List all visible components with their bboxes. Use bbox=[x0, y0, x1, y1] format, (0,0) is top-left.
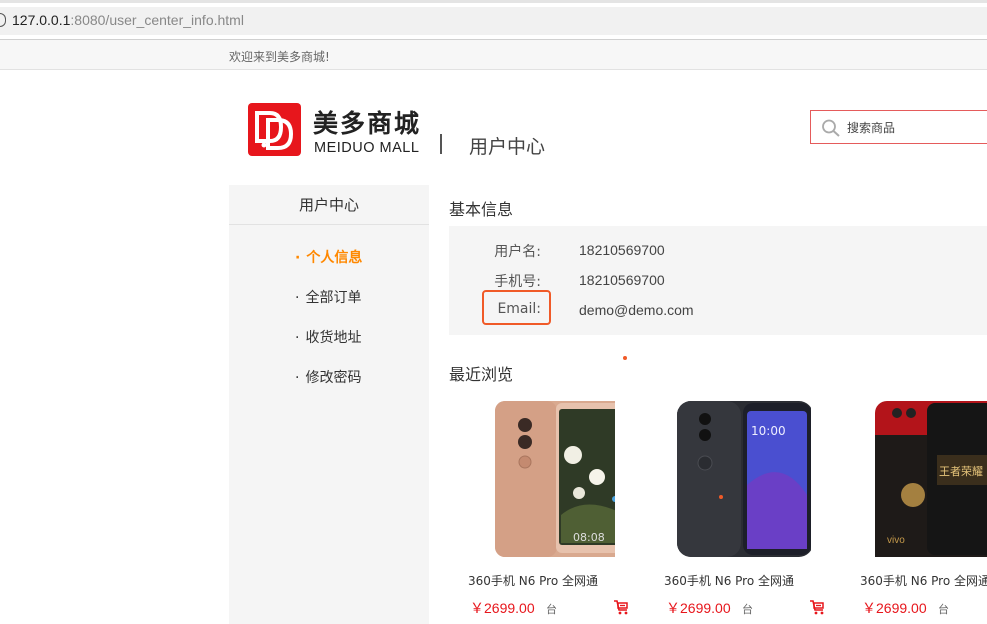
email-value: demo@demo.com bbox=[579, 302, 694, 318]
header-divider bbox=[440, 134, 442, 154]
sidebar-item-address[interactable]: · 收货地址 bbox=[295, 327, 361, 347]
product-card[interactable]: 08:08 360手机 N6 Pro 全网通 ￥2699.00 台 bbox=[450, 395, 630, 624]
cart-icon[interactable] bbox=[809, 599, 825, 615]
svg-text:10:00: 10:00 bbox=[751, 424, 786, 438]
browser-tab-strip bbox=[0, 0, 987, 3]
sidebar-title: 用户中心 bbox=[229, 185, 429, 225]
phone-image-red[interactable]: 王者荣耀 vivo bbox=[857, 395, 987, 561]
product-card[interactable]: 王者荣耀 vivo 360手机 N6 Pro 全网通 ￥2699.00 台 bbox=[842, 395, 987, 624]
url-text[interactable]: 127.0.0.1:8080/user_center_info.html bbox=[12, 12, 244, 28]
welcome-text: 欢迎来到美多商城! bbox=[229, 50, 330, 64]
phone-image-gold[interactable]: 08:08 bbox=[465, 395, 615, 561]
product-name[interactable]: 360手机 N6 Pro 全网通 bbox=[860, 572, 987, 589]
sidebar-item-label: 修改密码 bbox=[305, 370, 362, 386]
logo-chinese-name[interactable]: 美多商城 bbox=[313, 104, 421, 140]
sidebar-item-label: 个人信息 bbox=[306, 250, 363, 266]
search-icon bbox=[822, 119, 840, 137]
bullet-dot: · bbox=[295, 330, 300, 346]
svg-text:08:08: 08:08 bbox=[573, 531, 605, 544]
cart-icon[interactable] bbox=[613, 599, 629, 615]
url-host: 127.0.0.1 bbox=[12, 12, 71, 28]
product-name[interactable]: 360手机 N6 Pro 全网通 bbox=[664, 572, 794, 589]
username-value: 18210569700 bbox=[579, 242, 665, 258]
sidebar-item-all-orders[interactable]: · 全部订单 bbox=[295, 287, 361, 307]
page-subtitle: 用户中心 bbox=[469, 136, 546, 158]
phone-value: 18210569700 bbox=[579, 272, 665, 288]
bullet-dot: · bbox=[295, 290, 300, 306]
recent-browsing-title: 最近浏览 bbox=[449, 365, 514, 384]
search-box[interactable] bbox=[810, 110, 987, 144]
product-price: ￥2699.00 bbox=[470, 600, 535, 616]
product-unit: 台 bbox=[742, 603, 753, 616]
sidebar-item-personal-info[interactable]: · 个人信息 bbox=[295, 247, 362, 267]
url-path: :8080/user_center_info.html bbox=[70, 12, 244, 28]
sidebar-item-label: 收货地址 bbox=[305, 330, 362, 346]
cursor-marker-dot bbox=[623, 356, 627, 360]
product-unit: 台 bbox=[938, 603, 949, 616]
site-top-bar: 欢迎来到美多商城! bbox=[0, 40, 987, 70]
svg-text:vivo: vivo bbox=[887, 535, 905, 546]
phone-image-black[interactable]: 10:00 bbox=[661, 395, 811, 561]
product-price: ￥2699.00 bbox=[862, 600, 927, 616]
basic-info-title: 基本信息 bbox=[449, 200, 514, 219]
search-input[interactable] bbox=[847, 118, 987, 138]
bullet-dot: · bbox=[295, 250, 301, 266]
product-name[interactable]: 360手机 N6 Pro 全网通 bbox=[468, 572, 598, 589]
bullet-dot: · bbox=[295, 370, 300, 386]
product-price: ￥2699.00 bbox=[666, 600, 731, 616]
product-card[interactable]: 10:00 360手机 N6 Pro 全网通 ￥2699.00 台 bbox=[646, 395, 826, 624]
browser-address-bar: 127.0.0.1:8080/user_center_info.html bbox=[0, 0, 987, 40]
sidebar-item-change-password[interactable]: · 修改密码 bbox=[295, 367, 361, 387]
username-label: 用户名: bbox=[494, 244, 541, 260]
email-highlight-box bbox=[482, 290, 551, 325]
phone-label: 手机号: bbox=[494, 274, 541, 290]
user-center-sidebar: 用户中心 · 个人信息 · 全部订单 · 收货地址 · 修改密码 bbox=[229, 185, 429, 624]
svg-text:王者荣耀: 王者荣耀 bbox=[939, 465, 983, 478]
sidebar-item-label: 全部订单 bbox=[305, 290, 362, 306]
brand-logo-icon[interactable] bbox=[248, 103, 301, 156]
logo-english-name[interactable]: MEIDUO MALL bbox=[314, 140, 419, 156]
product-unit: 台 bbox=[546, 603, 557, 616]
